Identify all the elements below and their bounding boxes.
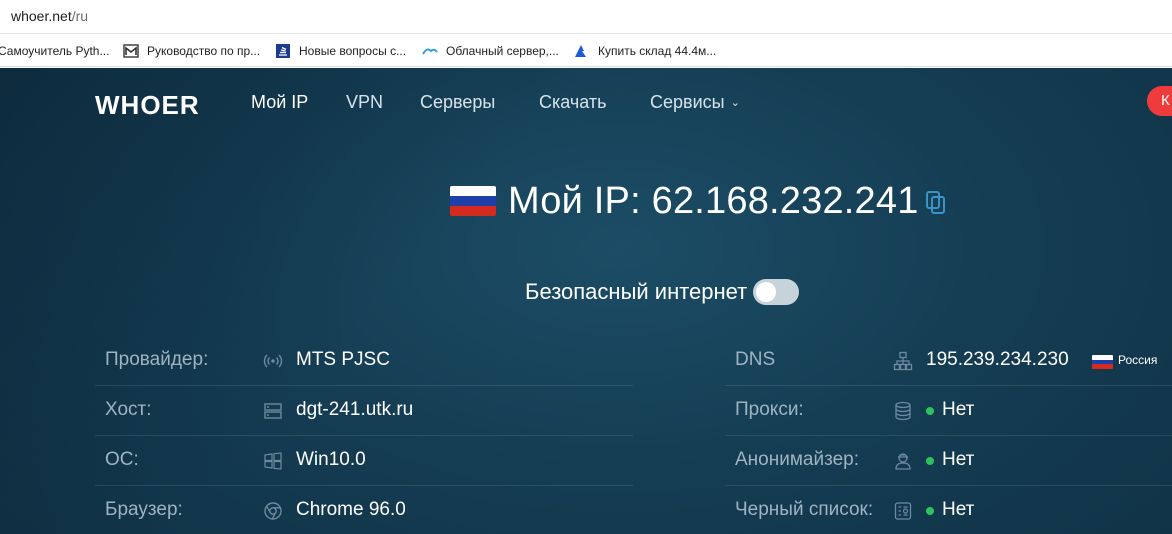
windows-icon [263, 451, 283, 471]
blacklist-icon [893, 501, 913, 521]
nav-services-label: Сервисы [650, 92, 725, 112]
url-path: /ru [71, 8, 89, 24]
info-row-dns: DNS 195.239.234.230 Россия [725, 336, 1172, 386]
nav-servers[interactable]: Серверы [420, 92, 495, 113]
status-ok-dot [926, 457, 934, 465]
bookmark-item[interactable]: Руководство по пр... [123, 42, 260, 60]
bookmark-label: Купить склад 44.4м... [598, 44, 717, 58]
info-row-os: ОС: Win10.0 [95, 436, 633, 486]
row-value: Нет [942, 399, 975, 420]
info-row-browser: Браузер: Chrome 96.0 [95, 486, 633, 534]
copy-icon[interactable] [925, 190, 947, 216]
url-text[interactable]: whoer.net/ru [11, 8, 88, 24]
safe-internet-label: Безопасный интернет [525, 279, 748, 304]
row-label: Анонимайзер: [735, 449, 859, 470]
address-bar[interactable]: whoer.net/ru [0, 0, 1172, 34]
network-icon [893, 351, 913, 371]
bookmark-label: Новые вопросы с... [299, 44, 407, 58]
nav-services[interactable]: Сервисы ⌄ [650, 92, 740, 113]
chrome-icon [263, 501, 283, 521]
info-row-provider: Провайдер: MTS PJSC [95, 336, 633, 386]
bookmarks-bar: Самоучитель Pyth... Руководство по пр...… [0, 34, 1172, 67]
anonymous-icon [893, 451, 913, 471]
url-host: whoer.net [11, 8, 72, 24]
cloud-icon [422, 43, 438, 59]
safe-internet-toggle[interactable] [753, 279, 800, 305]
russia-flag-icon [450, 186, 496, 216]
status-ok-dot [926, 407, 934, 415]
row-label: Браузер: [105, 499, 183, 520]
server-icon [263, 401, 283, 421]
row-value: dgt-241.utk.ru [296, 399, 414, 420]
row-value: Нет [942, 499, 975, 520]
cta-button[interactable]: К [1147, 86, 1172, 116]
whoer-page: WHOER Мой IP VPN Серверы Скачать Сервисы… [0, 68, 1172, 534]
row-label: DNS [735, 349, 776, 370]
signal-icon [263, 351, 283, 371]
nav-my-ip[interactable]: Мой IP [251, 92, 308, 113]
row-value: Win10.0 [296, 449, 366, 470]
stackoverflow-icon [275, 43, 291, 59]
bookmark-label: Самоучитель Pyth... [0, 44, 110, 58]
row-label: ОС: [105, 449, 139, 470]
row-value: MTS PJSC [296, 349, 390, 370]
gmail-style-icon [123, 43, 139, 59]
info-row-blacklist: Черный список: Нет [725, 486, 1172, 534]
row-label: Прокси: [735, 399, 804, 420]
bookmark-item[interactable]: Самоучитель Pyth... [0, 42, 109, 60]
database-icon [893, 401, 913, 421]
bookmark-item[interactable]: Купить склад 44.4м... [574, 42, 716, 60]
nav-download[interactable]: Скачать [539, 92, 607, 113]
row-value: Chrome 96.0 [296, 499, 406, 520]
info-row-anonymizer: Анонимайзер: Нет [725, 436, 1172, 486]
row-value: 195.239.234.230 [926, 349, 1069, 370]
dns-country: Россия [1118, 353, 1158, 367]
info-row-proxy: Прокси: Нет [725, 386, 1172, 436]
safe-internet: Безопасный интернет [525, 279, 800, 305]
my-ip-heading: Мой IP: 62.168.232.241 [450, 180, 947, 222]
row-label: Провайдер: [105, 349, 209, 370]
info-row-host: Хост: dgt-241.utk.ru [95, 386, 633, 436]
chevron-down-icon: ⌄ [730, 97, 740, 109]
site-logo[interactable]: WHOER [95, 90, 200, 121]
row-value: Нет [942, 449, 975, 470]
row-label: Хост: [105, 399, 152, 420]
arrow-logo-icon [574, 43, 590, 59]
bookmark-item[interactable]: Новые вопросы с... [275, 42, 406, 60]
row-label: Черный список: [735, 499, 874, 520]
toggle-knob [756, 282, 777, 302]
russia-flag-icon [1092, 355, 1113, 369]
nav-vpn[interactable]: VPN [346, 92, 383, 113]
bookmark-item[interactable]: Облачный сервер,... [422, 42, 559, 60]
ip-address-text: Мой IP: 62.168.232.241 [508, 179, 919, 222]
bookmark-label: Руководство по пр... [147, 44, 261, 58]
status-ok-dot [926, 507, 934, 515]
bookmark-label: Облачный сервер,... [446, 44, 559, 58]
